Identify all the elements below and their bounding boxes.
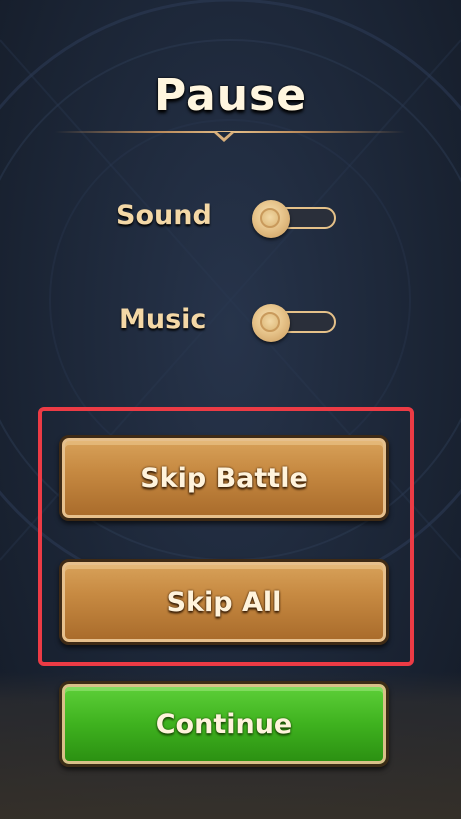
sound-toggle[interactable] (252, 200, 338, 238)
sound-toggle-knob (252, 200, 290, 238)
divider-ornament-inner (217, 132, 231, 138)
skip-all-button[interactable]: Skip All (59, 559, 389, 645)
music-toggle-knob (252, 304, 290, 342)
skip-battle-button[interactable]: Skip Battle (59, 435, 389, 521)
music-toggle[interactable] (252, 304, 338, 342)
sound-label: Sound (116, 200, 212, 231)
page-title: Pause (153, 70, 308, 121)
continue-button[interactable]: Continue (59, 681, 389, 767)
music-label: Music (119, 304, 207, 335)
